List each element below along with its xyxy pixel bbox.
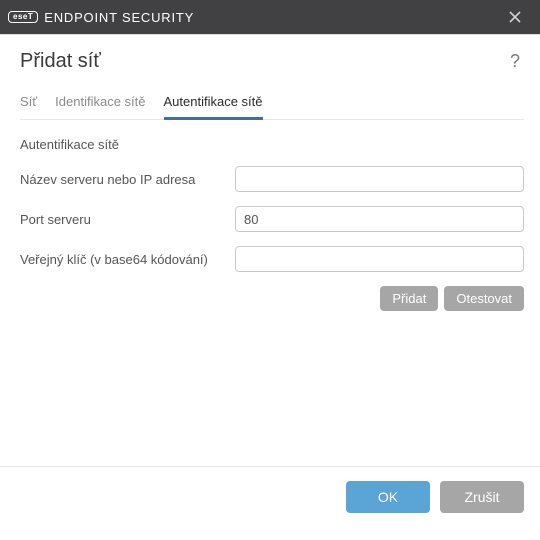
tabs: Síť Identifikace sítě Autentifikace sítě [20,90,524,120]
tab-network[interactable]: Síť [20,90,37,119]
tab-authentication[interactable]: Autentifikace sítě [164,90,263,119]
add-button[interactable]: Přidat [380,286,438,311]
ok-button[interactable]: OK [346,481,430,513]
input-server[interactable] [235,166,524,192]
help-icon[interactable]: ? [506,49,524,74]
test-button[interactable]: Otestovat [444,286,524,311]
label-port: Port serveru [20,212,235,227]
page-title: Přidat síť [20,50,506,73]
titlebar: eseT ENDPOINT SECURITY [0,0,540,34]
brand-text: ENDPOINT SECURITY [44,10,194,25]
section-heading: Autentifikace sítě [20,137,524,152]
cancel-button[interactable]: Zrušit [440,481,524,513]
dialog-footer: OK Zrušit [0,467,540,527]
close-icon[interactable] [498,0,532,34]
label-public-key: Veřejný klíč (v base64 kódování) [20,252,235,267]
input-public-key[interactable] [235,246,524,272]
brand-badge: eseT [8,11,38,23]
panel-authentication: Autentifikace sítě Název serveru nebo IP… [20,136,524,458]
brand: eseT ENDPOINT SECURITY [8,10,194,25]
label-server: Název serveru nebo IP adresa [20,172,235,187]
tab-identification[interactable]: Identifikace sítě [55,90,145,119]
input-port[interactable] [235,206,524,232]
